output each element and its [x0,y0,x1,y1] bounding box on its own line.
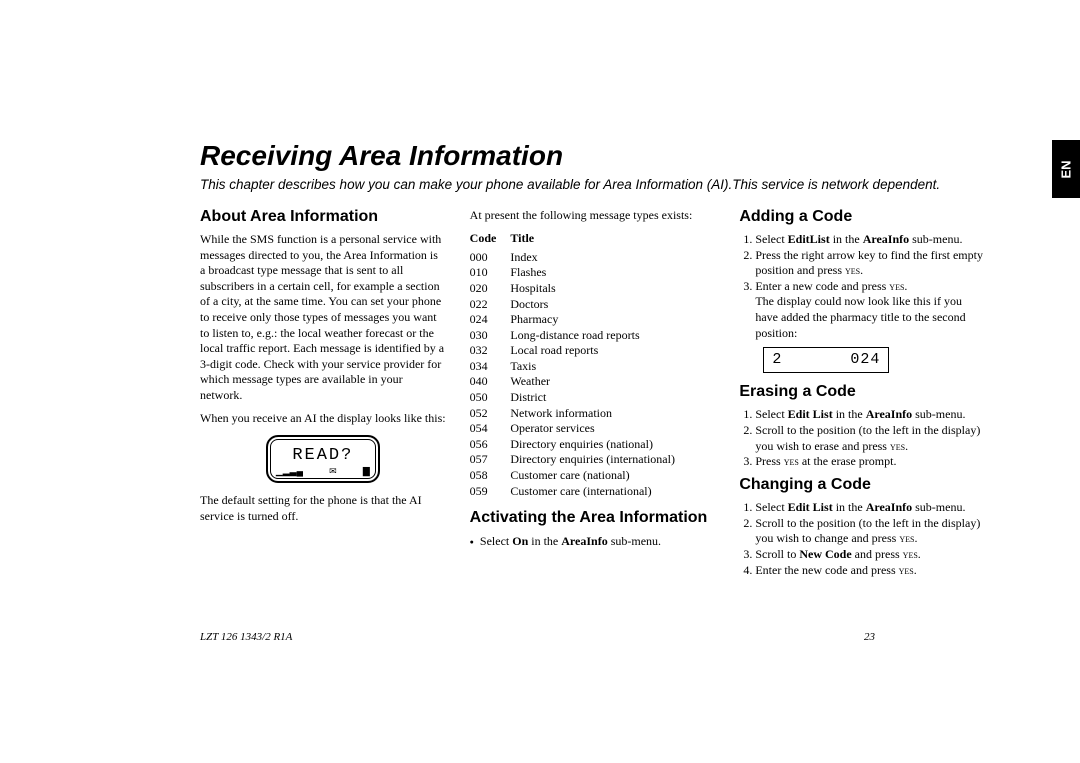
add-step-1: Select EditList in the AreaInfo sub-menu… [755,232,985,248]
manual-page: EN Receiving Area Information This chapt… [0,0,1080,763]
code-cell: 056 [470,437,511,453]
signal-icon: ▁▂▃▄ [276,466,303,478]
code-cell: 000 [470,250,511,266]
code-row: 020Hospitals [470,281,689,297]
code-cell: 020 [470,281,511,297]
about-paragraph-3: The default setting for the phone is tha… [200,493,446,524]
title-cell: Hospitals [510,281,689,297]
lcd-read-display: READ? ▁▂▃▄ ✉ ▇ [266,435,380,483]
erase-step-2: Scroll to the position (to the left in t… [755,423,985,454]
heading-activating: Activating the Area Information [470,509,716,527]
lcd-read-text: READ? [292,445,353,467]
page-subtitle: This chapter describes how you can make … [200,176,985,194]
title-cell: Index [510,250,689,266]
adding-steps: Select EditList in the AreaInfo sub-menu… [739,232,985,341]
erase-step-3: Press yes at the erase prompt. [755,454,985,470]
title-cell: Flashes [510,265,689,281]
title-cell: Directory enquiries (international) [510,452,689,468]
th-title: Title [510,231,689,250]
title-cell: Network information [510,406,689,422]
add-step-2: Press the right arrow key to find the fi… [755,248,985,279]
code-cell: 010 [470,265,511,281]
code-row: 000Index [470,250,689,266]
change-step-2: Scroll to the position (to the left in t… [755,516,985,547]
code-row: 058Customer care (national) [470,468,689,484]
th-code: Code [470,231,511,250]
add-step-3: Enter a new code and press yes.The displ… [755,279,985,341]
column-3: Adding a Code Select EditList in the Are… [739,208,985,585]
code-table: Code Title 000Index010Flashes020Hospital… [470,231,689,499]
code-row: 022Doctors [470,297,689,313]
code-cell: 057 [470,452,511,468]
code-row: 030Long-distance road reports [470,328,689,344]
code-cell: 058 [470,468,511,484]
code-row: 054Operator services [470,421,689,437]
code-row: 050District [470,390,689,406]
footer-doc-id: LZT 126 1343/2 R1A [200,631,292,643]
page-title: Receiving Area Information [200,140,985,172]
heading-changing: Changing a Code [739,476,985,494]
code-row: 059Customer care (international) [470,484,689,500]
title-cell: Customer care (national) [510,468,689,484]
footer-page-number: 23 [864,631,875,643]
lcd-code: 024 [850,350,880,370]
erasing-steps: Select Edit List in the AreaInfo sub-men… [739,407,985,469]
activate-bullet: Select On in the AreaInfo sub-menu. [470,534,716,550]
code-row: 010Flashes [470,265,689,281]
change-step-1: Select Edit List in the AreaInfo sub-men… [755,500,985,516]
about-paragraph-1: While the SMS function is a personal ser… [200,232,446,404]
change-step-4: Enter the new code and press yes. [755,563,985,579]
heading-erasing: Erasing a Code [739,383,985,401]
codes-intro: At present the following message types e… [470,208,716,224]
code-row: 052Network information [470,406,689,422]
code-row: 056Directory enquiries (national) [470,437,689,453]
title-cell: Directory enquiries (national) [510,437,689,453]
code-cell: 052 [470,406,511,422]
language-label: EN [1059,160,1074,178]
code-cell: 059 [470,484,511,500]
code-row: 032Local road reports [470,343,689,359]
title-cell: Local road reports [510,343,689,359]
code-row: 040Weather [470,374,689,390]
code-cell: 032 [470,343,511,359]
lcd-code-display: 2 024 [763,347,889,373]
code-row: 034Taxis [470,359,689,375]
lcd-position: 2 [772,350,782,370]
code-cell: 022 [470,297,511,313]
mail-icon: ✉ [329,466,337,478]
changing-steps: Select Edit List in the AreaInfo sub-men… [739,500,985,578]
code-cell: 030 [470,328,511,344]
column-2: At present the following message types e… [470,208,716,585]
change-step-3: Scroll to New Code and press yes. [755,547,985,563]
title-cell: Weather [510,374,689,390]
code-cell: 034 [470,359,511,375]
code-row: 024Pharmacy [470,312,689,328]
title-cell: Taxis [510,359,689,375]
about-paragraph-2: When you receive an AI the display looks… [200,411,446,427]
title-cell: Operator services [510,421,689,437]
title-cell: Pharmacy [510,312,689,328]
code-cell: 050 [470,390,511,406]
title-cell: Doctors [510,297,689,313]
lcd-icons: ▁▂▃▄ ✉ ▇ [276,466,370,478]
title-cell: District [510,390,689,406]
content-columns: About Area Information While the SMS fun… [200,208,985,585]
code-cell: 040 [470,374,511,390]
heading-about: About Area Information [200,208,446,226]
title-cell: Customer care (international) [510,484,689,500]
battery-icon: ▇ [363,466,370,478]
code-cell: 054 [470,421,511,437]
page-footer: LZT 126 1343/2 R1A 23 [200,631,875,643]
language-tab: EN [1052,140,1080,198]
heading-adding: Adding a Code [739,208,985,226]
code-cell: 024 [470,312,511,328]
title-cell: Long-distance road reports [510,328,689,344]
column-1: About Area Information While the SMS fun… [200,208,446,585]
code-row: 057Directory enquiries (international) [470,452,689,468]
erase-step-1: Select Edit List in the AreaInfo sub-men… [755,407,985,423]
